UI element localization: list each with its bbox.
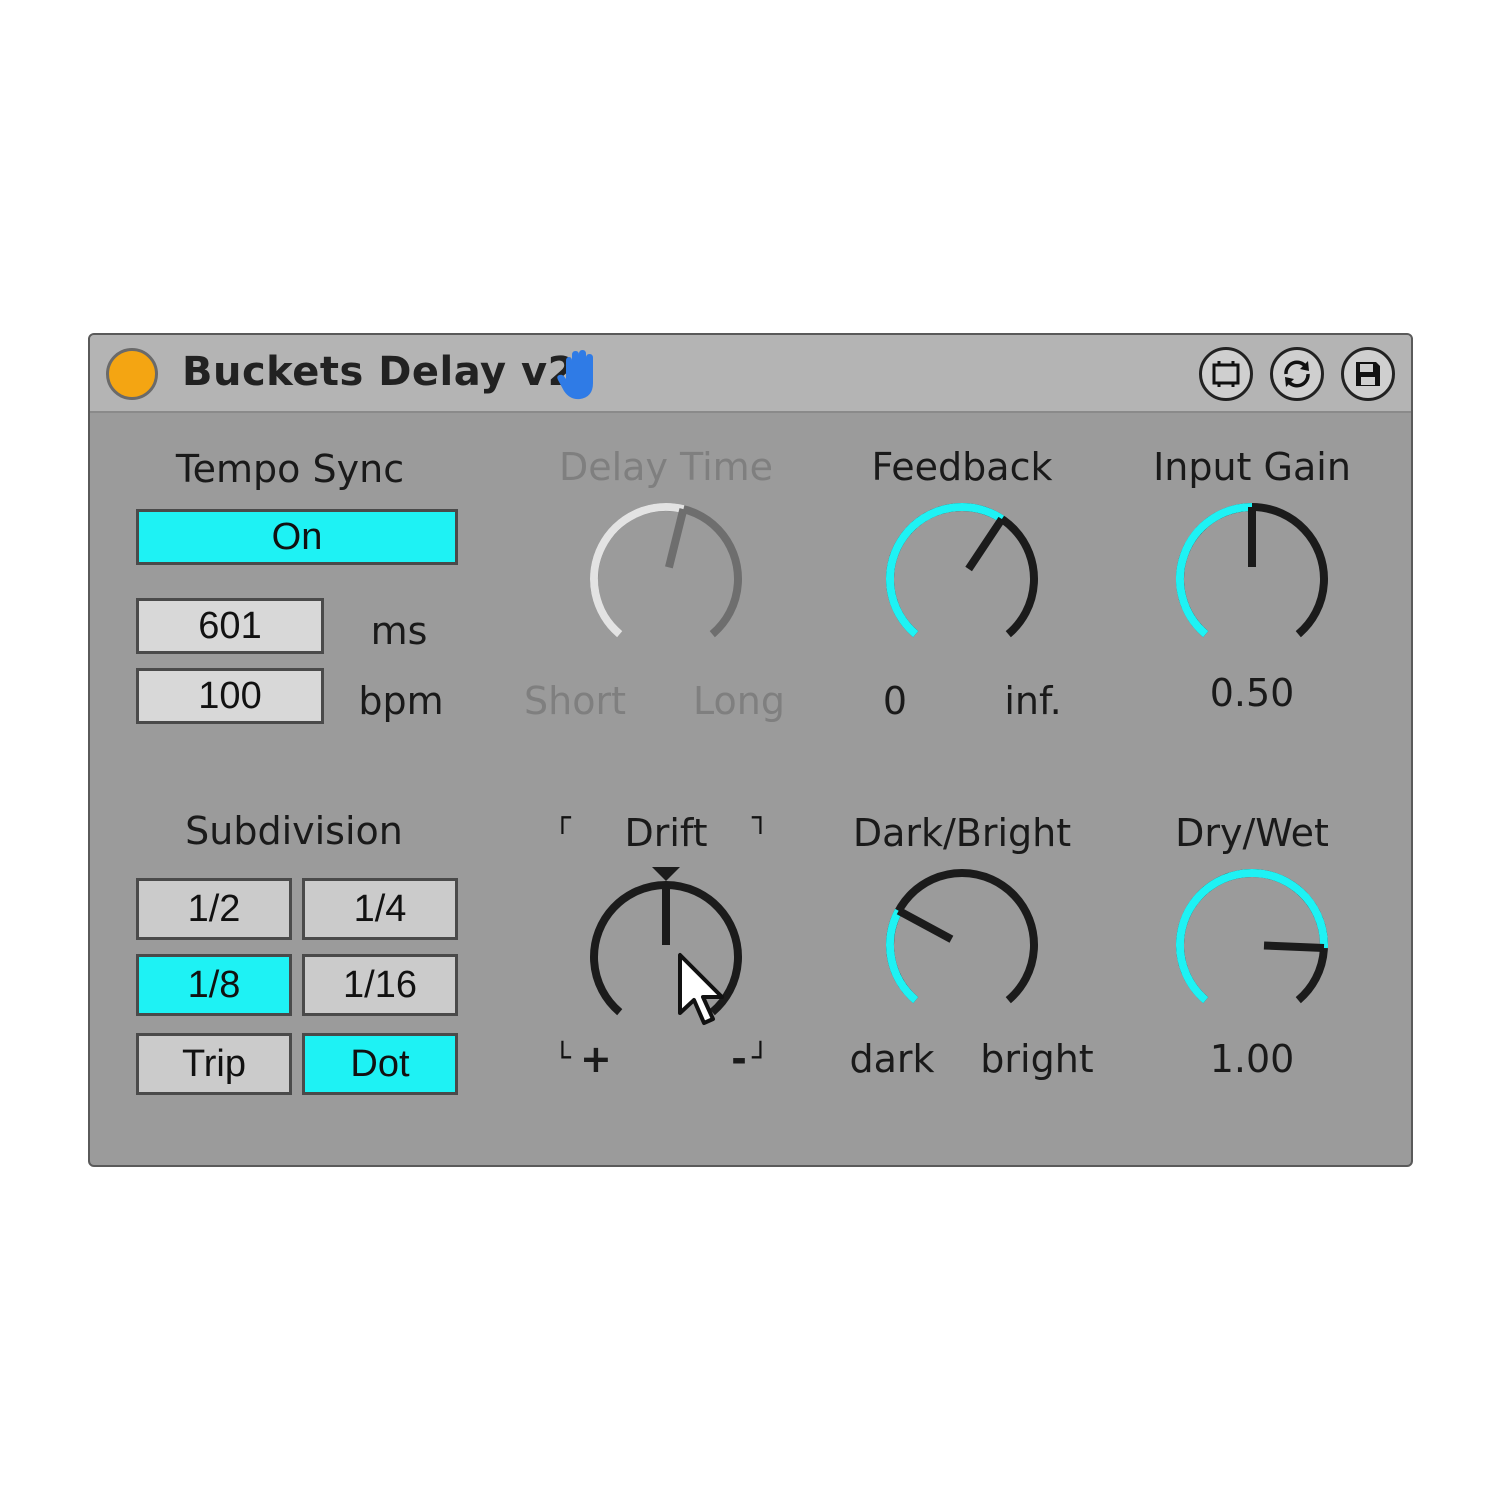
subdivision-triplet-button[interactable]: Trip [136, 1033, 292, 1095]
knob-value-arc [886, 908, 919, 1004]
knob-value-arc [590, 503, 685, 638]
feedback-max-label: inf. [1004, 679, 1062, 723]
buckets-delay-device: Buckets Delay v2 Tempo Sync On 601 ms 10… [88, 333, 1413, 1167]
input-gain-value: 0.50 [1209, 671, 1295, 715]
bpm-unit-label: bpm [358, 679, 444, 723]
subdivision-dotted-button[interactable]: Dot [302, 1033, 458, 1095]
drift-label: Drift [624, 811, 708, 855]
dark-bright-label: Dark/Bright [852, 811, 1072, 855]
knob-value-arc [886, 503, 1005, 638]
knob-needle [1263, 941, 1325, 953]
dark-bright-min-label: dark [849, 1037, 935, 1081]
dry-wet-knob[interactable] [1172, 865, 1332, 1025]
device-title: Buckets Delay v2 [182, 349, 576, 395]
ms-unit-label: ms [370, 609, 428, 653]
input-gain-label: Input Gain [1153, 445, 1351, 489]
mouse-pointer-icon [678, 953, 724, 1025]
drift-minus-label: - [731, 1037, 747, 1081]
tempo-sync-toggle[interactable]: On [136, 509, 458, 565]
knob-needle [896, 907, 954, 943]
feedback-min-label: 0 [882, 679, 908, 723]
delay-time-min-label: Short [524, 679, 626, 723]
dark-bright-knob[interactable] [882, 865, 1042, 1025]
knob-value-arc [1176, 503, 1253, 638]
feedback-label: Feedback [871, 445, 1053, 489]
tempo-sync-label: Tempo Sync [175, 447, 405, 491]
save-button[interactable] [1341, 347, 1395, 401]
delay-time-max-label: Long [693, 679, 785, 723]
drift-corner-top-right: ┐ [752, 801, 769, 834]
device-title-bar: Buckets Delay v2 [90, 335, 1411, 413]
input-gain-knob[interactable] [1172, 499, 1332, 659]
delay-time-label: Delay Time [558, 445, 774, 489]
hand-icon [557, 350, 593, 400]
feedback-knob[interactable] [882, 499, 1042, 659]
refresh-button[interactable] [1270, 347, 1324, 401]
delay-time-knob[interactable] [586, 499, 746, 659]
delay-ms-box[interactable]: 601 [136, 598, 324, 654]
refresh-icon [1284, 360, 1310, 388]
subdivision-eighth-button[interactable]: 1/8 [136, 954, 292, 1016]
knob-track [886, 869, 1038, 1004]
dry-wet-value: 1.00 [1209, 1037, 1295, 1081]
bpm-box[interactable]: 100 [136, 668, 324, 724]
fold-icon [1212, 361, 1240, 387]
dry-wet-label: Dry/Wet [1175, 811, 1329, 855]
subdivision-sixteenth-button[interactable]: 1/16 [302, 954, 458, 1016]
save-icon [1356, 362, 1380, 386]
device-power-toggle[interactable] [106, 348, 158, 400]
drift-corner-bottom-left: └ [554, 1041, 571, 1074]
knob-needle [965, 516, 1006, 572]
subdivision-label: Subdivision [185, 809, 403, 853]
knob-center-marker [652, 867, 680, 881]
drift-corner-top-left: ┌ [554, 801, 571, 834]
drift-plus-label: + [580, 1037, 612, 1081]
knob-value-arc [1176, 869, 1328, 1004]
fold-button[interactable] [1199, 347, 1253, 401]
dark-bright-max-label: bright [980, 1037, 1094, 1081]
subdivision-quarter-button[interactable]: 1/4 [302, 878, 458, 940]
subdivision-half-button[interactable]: 1/2 [136, 878, 292, 940]
drift-corner-bottom-right: ┘ [752, 1041, 769, 1074]
knob-needle [665, 508, 688, 569]
